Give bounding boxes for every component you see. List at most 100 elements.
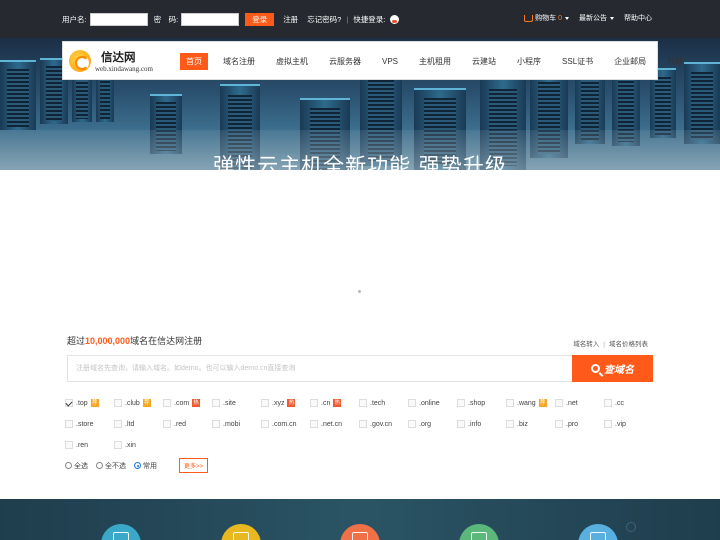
domain-price-link[interactable]: 域名价格列表 [609,341,648,348]
tld-checkbox[interactable] [163,399,171,407]
tld-option[interactable]: .cc [604,399,624,407]
logo-icon [69,50,91,72]
tld-option[interactable]: .biz [506,420,528,428]
radio-circle [65,462,72,469]
cart-link[interactable]: 购物车 0 [524,13,569,23]
tld-option[interactable]: .vip [604,420,626,428]
nav-item[interactable]: 云建站 [466,53,502,70]
tld-checkbox[interactable] [506,420,514,428]
recommend-badge: 荐 [90,399,99,407]
qq-icon[interactable] [390,14,400,24]
nav-item[interactable]: 云服务器 [323,53,367,70]
tld-name: .site [223,399,236,407]
login-button[interactable]: 登录 [245,12,275,26]
nav-item[interactable]: 首页 [180,53,208,70]
tld-name: .pro [566,420,579,428]
nav-item[interactable]: 虚拟主机 [270,53,314,70]
nav-item[interactable]: 代理 [661,53,689,70]
tld-name: .net [566,399,578,407]
tld-option[interactable]: .net.cn [310,420,342,428]
tld-checkbox[interactable] [114,441,122,449]
tld-checkbox[interactable] [555,399,563,407]
tld-checkbox[interactable] [261,399,269,407]
tld-option[interactable]: .tech [359,399,385,407]
register-link[interactable]: 注册 [283,14,298,25]
password-input[interactable] [181,12,240,26]
tld-checkbox[interactable] [604,399,612,407]
tld-checkbox[interactable] [163,420,171,428]
tld-checkbox[interactable] [555,420,563,428]
tld-name: .red [174,420,187,428]
tld-option[interactable]: .xyz 热 [261,399,296,407]
tld-option[interactable]: .cn 热 [310,399,342,407]
tld-option[interactable]: .ren [65,441,88,449]
radio-label: 常用 [143,462,157,470]
tld-checkbox[interactable] [65,399,73,407]
tld-checkbox[interactable] [212,399,220,407]
tld-option[interactable]: .com 热 [163,399,201,407]
tld-checkbox[interactable] [310,399,318,407]
nav-item[interactable]: 域名注册 [217,53,261,70]
tld-checkbox[interactable] [359,399,367,407]
tld-checkbox[interactable] [261,420,269,428]
tld-option[interactable]: .shop [457,399,485,407]
tld-option[interactable]: .site [212,399,236,407]
tld-option[interactable]: .wang 荐 [506,399,547,407]
tld-option[interactable]: .info [457,420,481,428]
search-icon [591,364,600,373]
tld-option[interactable]: .store [65,420,94,428]
forgot-password-link[interactable]: 忘记密码? [307,14,341,25]
username-input[interactable] [89,12,148,26]
nav-item[interactable]: VPS [376,53,404,70]
recommend-badge: 荐 [142,399,151,407]
tld-option[interactable]: .online [408,399,440,407]
help-link[interactable]: 帮助中心 [624,13,652,23]
tld-checkbox[interactable] [114,420,122,428]
nav-item[interactable]: 主机租用 [413,53,457,70]
tld-option[interactable]: .mobi [212,420,240,428]
more-tlds-button[interactable]: 更多>> [179,458,209,473]
tld-option[interactable]: .net [555,399,578,407]
tld-option[interactable]: .red [163,420,186,428]
tld-checkbox[interactable] [457,420,465,428]
domain-links: 域名转入 | 域名价格列表 [573,338,648,348]
tld-option[interactable]: .ltd [114,420,134,428]
nav-menu: 首页 域名注册 虚拟主机 云服务器 VPS 主机租用 云建站 小程序 SSL证书 企业邮局 代理 [180,53,698,70]
nav-item[interactable]: SSL证书 [556,53,599,70]
tld-option[interactable]: .pro [555,420,578,428]
radio-select-none[interactable]: 全不选 [96,461,126,471]
tld-option[interactable]: .org [408,420,431,428]
announcements-link[interactable]: 最新公告 [579,13,614,23]
radio-select-common[interactable]: 常用 [134,461,157,471]
nav-item[interactable]: 小程序 [511,53,547,70]
domain-search-input[interactable] [68,356,572,381]
tld-name: .club [125,399,140,407]
domain-search-button[interactable]: 查域名 [572,355,653,382]
tld-checkbox[interactable] [310,420,318,428]
tld-option[interactable]: .com.cn [261,420,297,428]
radio-circle [96,462,103,469]
tld-checkbox[interactable] [65,420,73,428]
tld-option[interactable]: .xin [114,441,136,449]
tld-selection-radios: 全选 全不选 常用 更多>> [65,458,209,473]
tld-checkbox[interactable] [408,420,416,428]
decorative-ring [626,522,636,532]
chevron-down-icon [610,16,614,20]
tld-option[interactable]: .gov.cn [359,420,392,428]
tld-option[interactable]: .top 荐 [65,399,99,407]
nav-item[interactable]: 企业邮局 [608,53,652,70]
tld-checkbox[interactable] [408,399,416,407]
domain-transfer-link[interactable]: 域名转入 [573,341,599,348]
logo[interactable]: 信达网 web.xindawang.com [69,49,169,75]
tld-checkbox[interactable] [65,441,73,449]
tld-checkbox[interactable] [604,420,612,428]
tld-checkbox[interactable] [506,399,514,407]
tld-checkbox[interactable] [457,399,465,407]
tld-name: .info [468,420,482,428]
tld-checkbox[interactable] [114,399,122,407]
radio-select-all[interactable]: 全选 [65,461,88,471]
tld-checkbox[interactable] [359,420,367,428]
tld-option[interactable]: .club 荐 [114,399,151,407]
tld-checkbox[interactable] [212,420,220,428]
globe-icon [590,532,606,540]
